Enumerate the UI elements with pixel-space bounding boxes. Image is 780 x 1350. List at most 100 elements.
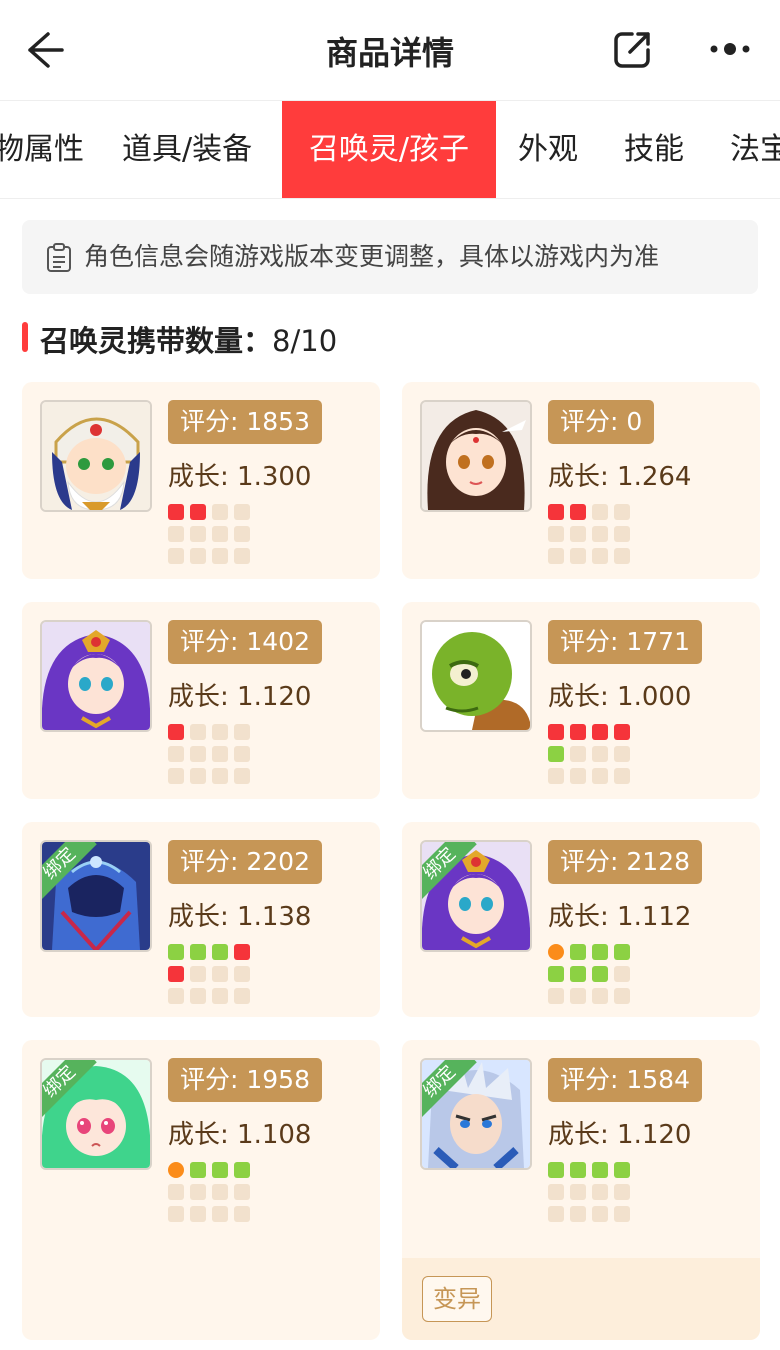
green-skill-slot <box>190 944 206 960</box>
pet-avatar: 绑定 <box>420 1058 532 1170</box>
empty-skill-slot <box>212 988 228 1004</box>
pet-skill-grid <box>168 724 256 784</box>
pet-growth: 成长: 1.120 <box>168 682 312 712</box>
pet-skill-grid <box>548 724 636 784</box>
tab-treasures[interactable]: 法宝 <box>730 101 780 198</box>
pet-avatar <box>420 620 532 732</box>
red-skill-slot <box>548 724 564 740</box>
empty-skill-slot <box>614 1206 630 1222</box>
empty-skill-slot <box>614 966 630 982</box>
page-title: 商品详情 <box>325 34 454 72</box>
pet-avatar: 绑定 <box>40 840 152 952</box>
pet-card[interactable]: 绑定 评分: 2128 成长: 1.112 <box>402 822 760 1017</box>
green-skill-slot <box>168 944 184 960</box>
pet-avatar <box>40 400 152 512</box>
pet-card[interactable]: 评分: 1853 成长: 1.300 <box>22 382 380 579</box>
empty-skill-slot <box>168 746 184 762</box>
pet-skill-grid <box>548 504 636 564</box>
pet-score-badge: 评分: 1584 <box>548 1058 702 1102</box>
red-skill-slot <box>168 504 184 520</box>
pet-score-badge: 评分: 0 <box>548 400 655 444</box>
share-icon[interactable] <box>612 30 652 70</box>
green-skill-slot <box>548 746 564 762</box>
empty-skill-slot <box>168 768 184 784</box>
empty-skill-slot <box>234 504 250 520</box>
pet-card[interactable]: 评分: 1771 成长: 1.000 <box>402 602 760 799</box>
green-skill-slot <box>548 1162 564 1178</box>
pet-growth: 成长: 1.000 <box>548 682 692 712</box>
empty-skill-slot <box>190 526 206 542</box>
pet-card[interactable]: 绑定 评分: 1958 成长: 1.108 <box>22 1040 380 1340</box>
empty-skill-slot <box>190 746 206 762</box>
green-skill-slot <box>570 944 586 960</box>
pet-score-badge: 评分: 1958 <box>168 1058 322 1102</box>
empty-skill-slot <box>190 548 206 564</box>
red-skill-slot <box>548 504 564 520</box>
empty-skill-slot <box>592 1206 608 1222</box>
pet-card[interactable]: 绑定 评分: 1584 成长: 1.120 变异 <box>402 1040 760 1340</box>
empty-skill-slot <box>212 746 228 762</box>
pet-growth: 成长: 1.264 <box>548 462 692 492</box>
empty-skill-slot <box>548 1206 564 1222</box>
empty-skill-slot <box>168 548 184 564</box>
empty-skill-slot <box>212 504 228 520</box>
tab-skills[interactable]: 技能 <box>624 101 684 198</box>
empty-skill-slot <box>570 1206 586 1222</box>
empty-skill-slot <box>570 988 586 1004</box>
pet-avatar: 绑定 <box>420 840 532 952</box>
empty-skill-slot <box>570 548 586 564</box>
red-skill-slot <box>570 504 586 520</box>
empty-skill-slot <box>234 746 250 762</box>
pet-growth: 成长: 1.120 <box>548 1120 692 1150</box>
tab-appearance[interactable]: 外观 <box>518 101 578 198</box>
top-navbar: 商品详情 <box>0 0 780 101</box>
pet-score-badge: 评分: 2202 <box>168 840 322 884</box>
red-skill-slot <box>234 944 250 960</box>
tab-summons-children[interactable]: 召唤灵/孩子 <box>282 101 496 198</box>
empty-skill-slot <box>212 1206 228 1222</box>
empty-skill-slot <box>548 988 564 1004</box>
empty-skill-slot <box>234 1206 250 1222</box>
empty-skill-slot <box>592 1184 608 1200</box>
empty-skill-slot <box>592 988 608 1004</box>
pet-score-badge: 评分: 2128 <box>548 840 702 884</box>
summon-count-heading: 召唤灵携带数量：8/10 <box>40 318 337 360</box>
empty-skill-slot <box>592 746 608 762</box>
empty-skill-slot <box>548 526 564 542</box>
empty-skill-slot <box>614 504 630 520</box>
empty-skill-slot <box>212 966 228 982</box>
empty-skill-slot <box>548 548 564 564</box>
pet-card[interactable]: 绑定 评分: 2202 成长: 1.138 <box>22 822 380 1017</box>
pet-card[interactable]: 评分: 0 成长: 1.264 <box>402 382 760 579</box>
category-tabs: 物属性 道具/装备 召唤灵/孩子 外观 技能 法宝 <box>0 101 780 199</box>
pet-skill-grid <box>168 504 256 564</box>
pet-card[interactable]: 评分: 1402 成长: 1.120 <box>22 602 380 799</box>
green-skill-slot <box>592 966 608 982</box>
green-skill-slot <box>614 1162 630 1178</box>
green-skill-slot <box>234 1162 250 1178</box>
pet-score-badge: 评分: 1771 <box>548 620 702 664</box>
pet-growth: 成长: 1.108 <box>168 1120 312 1150</box>
empty-skill-slot <box>168 988 184 1004</box>
empty-skill-slot <box>614 1184 630 1200</box>
empty-skill-slot <box>212 1184 228 1200</box>
info-notice: 角色信息会随游戏版本变更调整，具体以游戏内为准 <box>22 220 758 294</box>
tab-items-equipment[interactable]: 道具/装备 <box>122 101 252 198</box>
empty-skill-slot <box>234 988 250 1004</box>
empty-skill-slot <box>548 1184 564 1200</box>
red-skill-slot <box>168 966 184 982</box>
clipboard-icon <box>46 243 72 273</box>
empty-skill-slot <box>234 724 250 740</box>
empty-skill-slot <box>190 724 206 740</box>
pet-skill-grid <box>168 1162 256 1222</box>
more-icon[interactable] <box>706 34 754 64</box>
empty-skill-slot <box>614 526 630 542</box>
pet-avatar: 绑定 <box>40 1058 152 1170</box>
green-skill-slot <box>592 1162 608 1178</box>
red-skill-slot <box>570 724 586 740</box>
green-skill-slot <box>614 944 630 960</box>
empty-skill-slot <box>190 1184 206 1200</box>
tab-character-attributes[interactable]: 物属性 <box>0 101 84 198</box>
empty-skill-slot <box>592 526 608 542</box>
empty-skill-slot <box>548 768 564 784</box>
